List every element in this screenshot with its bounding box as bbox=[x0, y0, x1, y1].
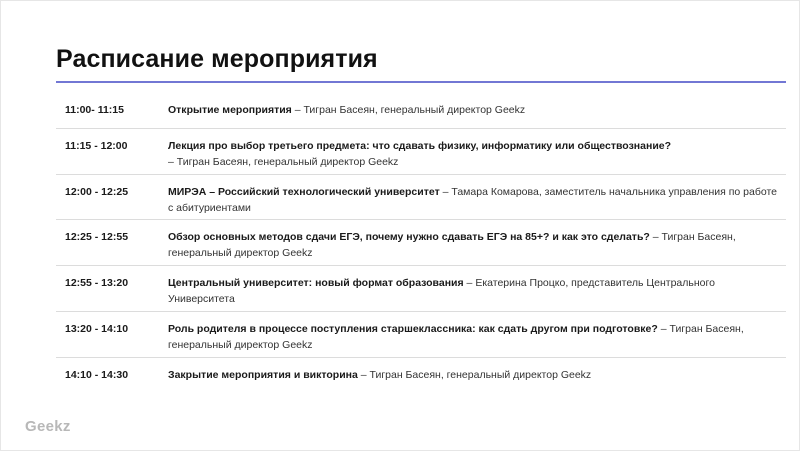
schedule-speaker: – Тигран Басеян, генеральный директор Ge… bbox=[168, 156, 399, 168]
slide: Расписание мероприятия 11:00- 11:15 Откр… bbox=[0, 0, 800, 451]
schedule-description: Центральный университет: новый формат об… bbox=[168, 275, 786, 307]
schedule-table: 11:00- 11:15 Открытие мероприятия – Тигр… bbox=[56, 93, 786, 394]
schedule-row: 12:00 - 12:25 МИРЭА – Российский техноло… bbox=[56, 175, 786, 220]
schedule-time: 12:00 - 12:25 bbox=[65, 186, 129, 198]
schedule-row: 12:25 - 12:55 Обзор основных методов сда… bbox=[56, 220, 786, 266]
brand-logo: Geekz bbox=[25, 418, 71, 435]
schedule-time: 12:25 - 12:55 bbox=[65, 231, 129, 243]
schedule-speaker: – Тигран Басеян, генеральный директор Ge… bbox=[291, 104, 526, 116]
schedule-row: 11:00- 11:15 Открытие мероприятия – Тигр… bbox=[56, 93, 786, 129]
schedule-event: Лекция про выбор третьего предмета: что … bbox=[168, 140, 672, 152]
schedule-row: 14:10 - 14:30 Закрытие мероприятия и вик… bbox=[56, 358, 786, 394]
schedule-event: Закрытие мероприятия и викторина bbox=[168, 369, 358, 381]
schedule-time: 14:10 - 14:30 bbox=[65, 369, 129, 381]
schedule-time: 12:55 - 13:20 bbox=[65, 277, 129, 289]
schedule-row: 13:20 - 14:10 Роль родителя в процессе п… bbox=[56, 312, 786, 358]
schedule-time: 11:00- 11:15 bbox=[65, 104, 124, 116]
page-title: Расписание мероприятия bbox=[56, 45, 378, 73]
schedule-description: Лекция про выбор третьего предмета: что … bbox=[168, 138, 786, 170]
schedule-description: Роль родителя в процессе поступления ста… bbox=[168, 321, 786, 353]
schedule-event: Роль родителя в процессе поступления ста… bbox=[168, 323, 658, 335]
schedule-event: Открытие мероприятия bbox=[168, 104, 292, 116]
schedule-row: 12:55 - 13:20 Центральный университет: н… bbox=[56, 266, 786, 312]
schedule-time: 11:15 - 12:00 bbox=[65, 140, 128, 152]
schedule-row: 11:15 - 12:00 Лекция про выбор третьего … bbox=[56, 129, 786, 175]
schedule-event: Центральный университет: новый формат об… bbox=[168, 277, 464, 289]
schedule-description: МИРЭА – Российский технологический униве… bbox=[168, 184, 786, 216]
schedule-description: Закрытие мероприятия и викторина – Тигра… bbox=[168, 367, 786, 383]
schedule-event: МИРЭА – Российский технологический униве… bbox=[168, 186, 440, 198]
schedule-event: Обзор основных методов сдачи ЕГЭ, почему… bbox=[168, 231, 650, 243]
schedule-description: Обзор основных методов сдачи ЕГЭ, почему… bbox=[168, 229, 786, 261]
schedule-speaker: – Тигран Басеян, генеральный директор Ge… bbox=[357, 369, 592, 381]
schedule-time: 13:20 - 14:10 bbox=[65, 323, 129, 335]
title-underline bbox=[56, 81, 786, 83]
schedule-description: Открытие мероприятия – Тигран Басеян, ге… bbox=[168, 102, 786, 118]
